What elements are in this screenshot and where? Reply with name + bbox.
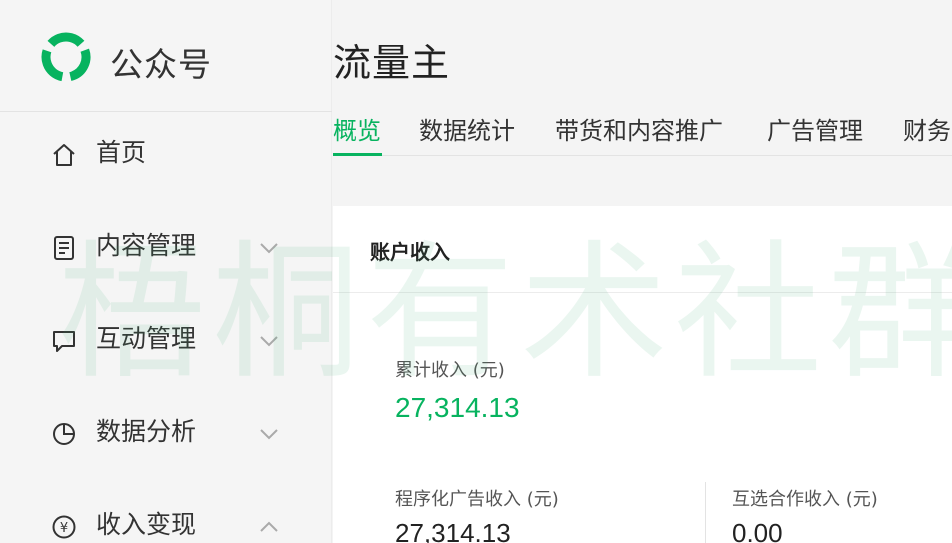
total-income-label: 累计收入 (元) xyxy=(395,360,505,381)
chevron-down-icon[interactable] xyxy=(256,239,282,257)
sidebar-item-data-analysis[interactable]: 数据分析 xyxy=(0,403,332,463)
tab-bar: 概览 数据统计 带货和内容推广 广告管理 财务 xyxy=(333,108,952,156)
sidebar-item-label: 首页 xyxy=(96,138,147,167)
mutual-cooperation-income-label: 互选合作收入 (元) xyxy=(732,489,878,510)
brand-header[interactable]: 公众号 xyxy=(0,0,332,112)
pie-chart-icon xyxy=(53,423,75,445)
tab-overview[interactable]: 概览 xyxy=(333,114,381,148)
programmatic-ad-income-label: 程序化广告收入 (元) xyxy=(395,489,559,510)
sidebar: 公众号 首页 内容管理 互动管理 数据分析 ¥ 收入变现 xyxy=(0,0,332,543)
sidebar-item-label: 数据分析 xyxy=(96,417,197,446)
tab-data-statistics[interactable]: 数据统计 xyxy=(419,114,515,148)
sidebar-item-monetization[interactable]: ¥ 收入变现 xyxy=(0,496,332,543)
sidebar-item-label: 内容管理 xyxy=(96,231,197,260)
svg-text:¥: ¥ xyxy=(60,521,68,536)
wechat-official-account-logo-icon xyxy=(41,32,91,82)
card-title: 账户收入 xyxy=(370,240,450,264)
document-icon xyxy=(54,236,74,260)
sidebar-item-label: 互动管理 xyxy=(96,324,197,353)
sidebar-item-label: 收入变现 xyxy=(96,510,197,539)
sidebar-item-content-management[interactable]: 内容管理 xyxy=(0,217,332,277)
vertical-divider xyxy=(705,482,706,543)
account-income-card: 账户收入 累计收入 (元) 27,314.13 程序化广告收入 (元) 27,3… xyxy=(333,206,952,543)
tab-finance[interactable]: 财务 xyxy=(903,114,951,148)
mutual-cooperation-income-value: 0.00 xyxy=(732,518,783,543)
chevron-down-icon[interactable] xyxy=(256,332,282,350)
tab-ad-management[interactable]: 广告管理 xyxy=(767,114,863,148)
chevron-down-icon[interactable] xyxy=(256,425,282,443)
home-icon xyxy=(53,144,75,166)
active-tab-indicator xyxy=(333,153,382,156)
sidebar-item-interaction-management[interactable]: 互动管理 xyxy=(0,310,332,370)
sidebar-item-home[interactable]: 首页 xyxy=(0,124,332,184)
chat-bubble-icon xyxy=(53,331,75,352)
chevron-up-icon[interactable] xyxy=(256,518,282,536)
brand-name: 公众号 xyxy=(110,45,212,84)
page-title: 流量主 xyxy=(333,41,451,85)
divider xyxy=(333,292,952,293)
total-income-value: 27,314.13 xyxy=(395,392,520,423)
yuan-circle-icon: ¥ xyxy=(52,515,76,539)
programmatic-ad-income-value: 27,314.13 xyxy=(395,518,511,543)
tab-commerce-promotion[interactable]: 带货和内容推广 xyxy=(555,114,723,148)
